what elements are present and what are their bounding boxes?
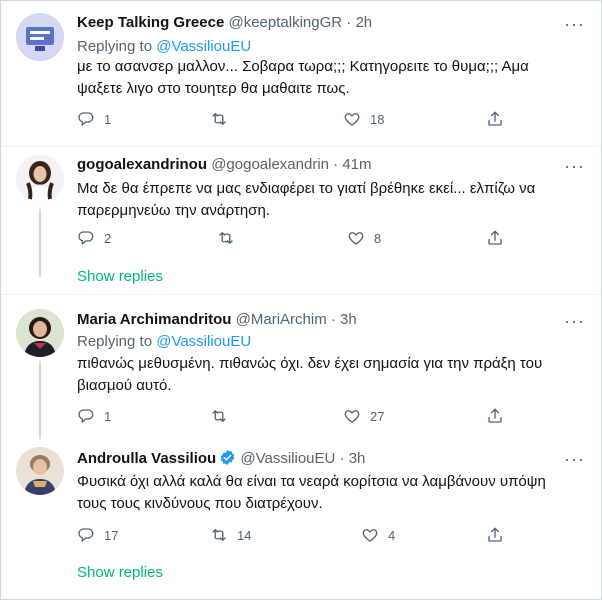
- more-icon[interactable]: ···: [564, 15, 585, 33]
- display-name[interactable]: Keep Talking Greece: [77, 14, 224, 31]
- reply-tweet[interactable]: gogoalexandrinou @gogoalexandrin · 41m ·…: [1, 147, 601, 294]
- tweet-actions: 17 14 4: [77, 526, 517, 546]
- replying-to-label: Replying to: [77, 38, 157, 55]
- show-replies-link[interactable]: Show replies: [77, 268, 163, 285]
- retweet-icon: [210, 110, 228, 128]
- like-button[interactable]: 18: [343, 110, 384, 128]
- like-icon: [361, 526, 379, 544]
- tweet-header: Androulla Vassiliou @VassiliouEU · 3h: [77, 449, 365, 467]
- replying-to: Replying to @VassiliouEU: [77, 333, 251, 350]
- like-count: 4: [388, 527, 396, 543]
- reply-button[interactable]: 2: [77, 229, 111, 247]
- reply-icon: [77, 229, 95, 247]
- reply-icon: [77, 526, 95, 544]
- like-count: 18: [370, 111, 385, 127]
- avatar[interactable]: [16, 155, 64, 203]
- reply-count: 1: [104, 408, 112, 424]
- share-button[interactable]: [486, 110, 504, 128]
- more-icon[interactable]: ···: [564, 450, 585, 468]
- display-name[interactable]: Maria Archimandritou: [77, 311, 231, 328]
- tweet-time[interactable]: 2h: [355, 14, 372, 31]
- reply-button[interactable]: 1: [77, 407, 111, 425]
- tweet-text: με το ασανσερ μαλλον... Σοβαρα τωρα;;; Κ…: [77, 58, 529, 97]
- reply-icon: [77, 110, 95, 128]
- like-button[interactable]: 8: [347, 229, 381, 247]
- like-button[interactable]: 27: [343, 407, 384, 425]
- reply-count: 1: [104, 111, 112, 127]
- thread-line: [39, 209, 41, 277]
- separator-dot: ·: [346, 14, 352, 31]
- reply-tweet[interactable]: Androulla Vassiliou @VassiliouEU · 3h ··…: [1, 438, 601, 598]
- reply-button[interactable]: 17: [77, 526, 118, 544]
- tweet-text: Μα δε θα έπρεπε να μας ενδιαφέρει το για…: [77, 180, 536, 219]
- replying-to-label: Replying to: [77, 333, 157, 350]
- retweet-icon: [217, 229, 235, 247]
- display-name[interactable]: Androulla Vassiliou: [77, 450, 216, 467]
- user-handle[interactable]: @gogoalexandrin: [211, 156, 329, 173]
- share-button[interactable]: [486, 526, 504, 544]
- tweet-header: Maria Archimandritou @MariArchim · 3h: [77, 311, 357, 328]
- retweet-icon: [210, 407, 228, 425]
- tweet-header: gogoalexandrinou @gogoalexandrin · 41m: [77, 156, 372, 173]
- tweet-time[interactable]: 3h: [349, 450, 366, 467]
- replies-panel: Keep Talking Greece @keeptalkingGR · 2h …: [0, 0, 602, 600]
- retweet-button[interactable]: 14: [210, 526, 251, 544]
- show-replies-link[interactable]: Show replies: [77, 564, 163, 581]
- tweet-actions: 1 18: [77, 110, 517, 130]
- reply-count: 17: [104, 527, 119, 543]
- like-count: 27: [370, 408, 385, 424]
- share-icon: [486, 229, 504, 247]
- user-handle[interactable]: @MariArchim: [236, 311, 327, 328]
- verified-icon: [220, 450, 235, 465]
- like-icon: [343, 407, 361, 425]
- tweet-actions: 1 27: [77, 407, 517, 427]
- reply-icon: [77, 407, 95, 425]
- separator-dot: ·: [333, 156, 339, 173]
- retweet-button[interactable]: [210, 110, 237, 128]
- retweet-icon: [210, 526, 228, 544]
- share-icon: [486, 526, 504, 544]
- reply-tweet[interactable]: Keep Talking Greece @keeptalkingGR · 2h …: [1, 1, 601, 146]
- share-button[interactable]: [486, 407, 504, 425]
- avatar[interactable]: [16, 309, 64, 357]
- avatar[interactable]: [16, 447, 64, 495]
- like-icon: [343, 110, 361, 128]
- separator-dot: ·: [330, 311, 336, 328]
- user-handle[interactable]: @VassiliouEU: [240, 450, 335, 467]
- tweet-time[interactable]: 3h: [340, 311, 357, 328]
- tweet-actions: 2 8: [77, 229, 517, 249]
- reply-button[interactable]: 1: [77, 110, 111, 128]
- separator-dot: ·: [339, 450, 345, 467]
- tweet-text: πιθανώς μεθυσμένη. πιθανώς όχι. δεν έχει…: [77, 355, 543, 394]
- more-icon[interactable]: ···: [564, 157, 585, 175]
- retweet-button[interactable]: [210, 407, 237, 425]
- replying-to-link[interactable]: @VassiliouEU: [156, 38, 251, 55]
- avatar[interactable]: [16, 13, 64, 61]
- reply-count: 2: [104, 230, 112, 246]
- user-handle[interactable]: @keeptalkingGR: [228, 14, 342, 31]
- more-icon[interactable]: ···: [564, 312, 585, 330]
- reply-tweet[interactable]: Maria Archimandritou @MariArchim · 3h ··…: [1, 295, 601, 439]
- replying-to-link[interactable]: @VassiliouEU: [156, 333, 251, 350]
- replying-to: Replying to @VassiliouEU: [77, 38, 251, 55]
- share-icon: [486, 407, 504, 425]
- like-icon: [347, 229, 365, 247]
- tweet-time[interactable]: 41m: [342, 156, 371, 173]
- retweet-count: 14: [237, 527, 252, 543]
- share-button[interactable]: [486, 229, 504, 247]
- display-name[interactable]: gogoalexandrinou: [77, 156, 207, 173]
- like-count: 8: [374, 230, 382, 246]
- tweet-text: Φυσικά όχι αλλά καλά θα είναι τα νεαρά κ…: [77, 473, 546, 512]
- retweet-button[interactable]: [217, 229, 244, 247]
- tweet-header: Keep Talking Greece @keeptalkingGR · 2h: [77, 14, 372, 31]
- like-button[interactable]: 4: [361, 526, 395, 544]
- share-icon: [486, 110, 504, 128]
- thread-line: [39, 361, 41, 439]
